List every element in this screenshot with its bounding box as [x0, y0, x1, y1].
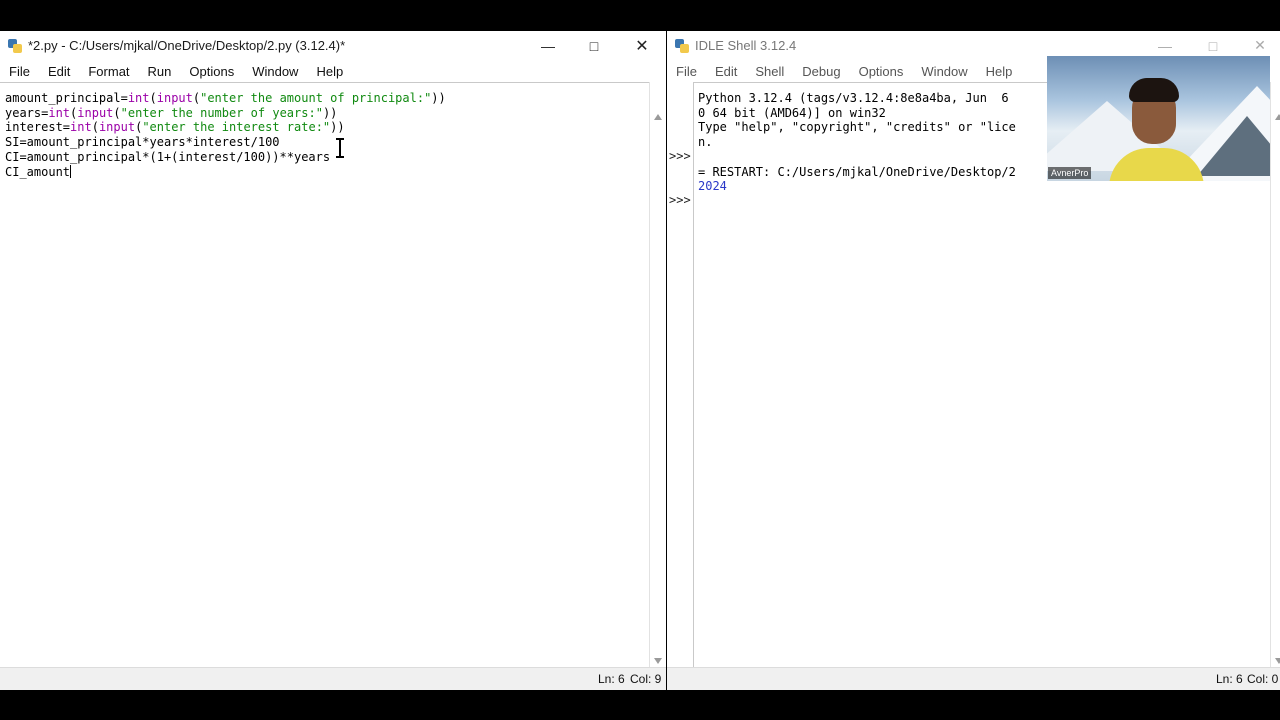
text-cursor-icon [335, 138, 345, 158]
scroll-up-icon[interactable] [1275, 114, 1280, 120]
python-file-icon [8, 38, 22, 53]
shell-line-number: Ln: 6 [1216, 672, 1243, 686]
editor-column-number: Col: 9 [630, 672, 662, 686]
editor-minimize-button[interactable]: — [525, 31, 571, 60]
code-line[interactable]: SI=amount_principal*years*interest/100 [5, 135, 650, 150]
shell-menu-edit[interactable]: Edit [706, 64, 746, 79]
menu-window[interactable]: Window [243, 64, 307, 79]
webcam-name-tag: AvnerPro [1048, 167, 1092, 179]
shell-prompt: >>> [669, 149, 691, 163]
code-editor[interactable]: amount_principal=int(input("enter the am… [0, 82, 650, 677]
editor-scrollbar[interactable] [649, 82, 666, 668]
scroll-up-icon[interactable] [654, 114, 662, 120]
menu-file[interactable]: File [0, 64, 39, 79]
editor-close-button[interactable]: ✕ [619, 31, 665, 60]
webcam-overlay: AvnerPro [1047, 56, 1270, 181]
menu-help[interactable]: Help [307, 64, 352, 79]
shell-line: 2024 [698, 179, 727, 194]
menu-run[interactable]: Run [139, 64, 181, 79]
text-caret [70, 164, 72, 178]
code-line[interactable]: CI=amount_principal*(1+(interest/100))**… [5, 150, 650, 165]
code-line[interactable]: years=int(input("enter the number of yea… [5, 106, 650, 121]
shell-menu-options[interactable]: Options [850, 64, 913, 79]
shell-column-number: Col: 0 [1247, 672, 1279, 686]
editor-maximize-button[interactable]: □ [571, 31, 617, 60]
editor-title: *2.py - C:/Users/mjkal/OneDrive/Desktop/… [28, 38, 346, 53]
shell-menu-help[interactable]: Help [977, 64, 1022, 79]
scroll-down-icon[interactable] [1275, 658, 1280, 664]
shell-statusbar: Ln: 6 Col: 0 [667, 667, 1280, 690]
menu-edit[interactable]: Edit [39, 64, 79, 79]
shell-menu-debug[interactable]: Debug [793, 64, 849, 79]
code-line[interactable]: CI_amount [5, 164, 650, 180]
shell-scrollbar[interactable] [1270, 82, 1280, 668]
editor-menubar: File Edit Format Run Options Window Help [0, 60, 666, 82]
menu-options[interactable]: Options [180, 64, 243, 79]
shell-menu-window[interactable]: Window [912, 64, 976, 79]
shell-menu-shell[interactable]: Shell [746, 64, 793, 79]
python-shell-icon [675, 38, 689, 53]
shell-title: IDLE Shell 3.12.4 [695, 38, 797, 53]
scroll-down-icon[interactable] [654, 658, 662, 664]
editor-window: *2.py - C:/Users/mjkal/OneDrive/Desktop/… [0, 31, 666, 690]
shell-prompt-gutter: >>> >>> [667, 82, 694, 668]
presenter-hair [1129, 78, 1179, 102]
menu-format[interactable]: Format [79, 64, 138, 79]
editor-statusbar: Ln: 6 Col: 9 [0, 667, 666, 690]
code-line[interactable]: amount_principal=int(input("enter the am… [5, 91, 650, 106]
shell-prompt: >>> [669, 193, 691, 207]
code-line[interactable]: interest=int(input("enter the interest r… [5, 120, 650, 135]
editor-line-number: Ln: 6 [598, 672, 625, 686]
shell-menu-file[interactable]: File [667, 64, 706, 79]
